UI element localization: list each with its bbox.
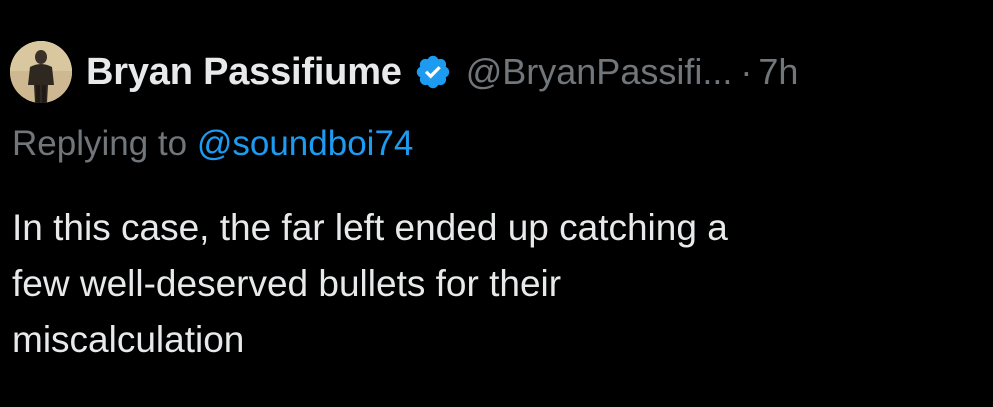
author-handle[interactable]: @BryanPassifi... (466, 51, 733, 93)
reply-mention-link[interactable]: @soundboi74 (197, 124, 414, 163)
avatar[interactable] (10, 41, 72, 103)
separator-dot: · (740, 51, 753, 92)
verified-badge-icon (414, 53, 452, 91)
tweet-text-line: In this case, the far left ended up catc… (12, 207, 728, 248)
replying-to-line: Replying to @soundboi74 (12, 124, 413, 164)
author-display-name[interactable]: Bryan Passifiume (86, 51, 402, 94)
timestamp[interactable]: 7h (758, 51, 798, 93)
tweet: Bryan Passifiume @BryanPassifi... · 7h R… (0, 0, 993, 407)
tweet-text-line: few well-deserved bullets for their (12, 263, 562, 304)
tweet-header: Bryan Passifiume @BryanPassifi... · 7h (10, 41, 798, 103)
tweet-text: In this case, the far left ended up catc… (12, 200, 972, 368)
avatar-image (10, 41, 72, 103)
replying-to-label: Replying to (12, 124, 188, 163)
tweet-text-line: miscalculation (12, 319, 245, 360)
